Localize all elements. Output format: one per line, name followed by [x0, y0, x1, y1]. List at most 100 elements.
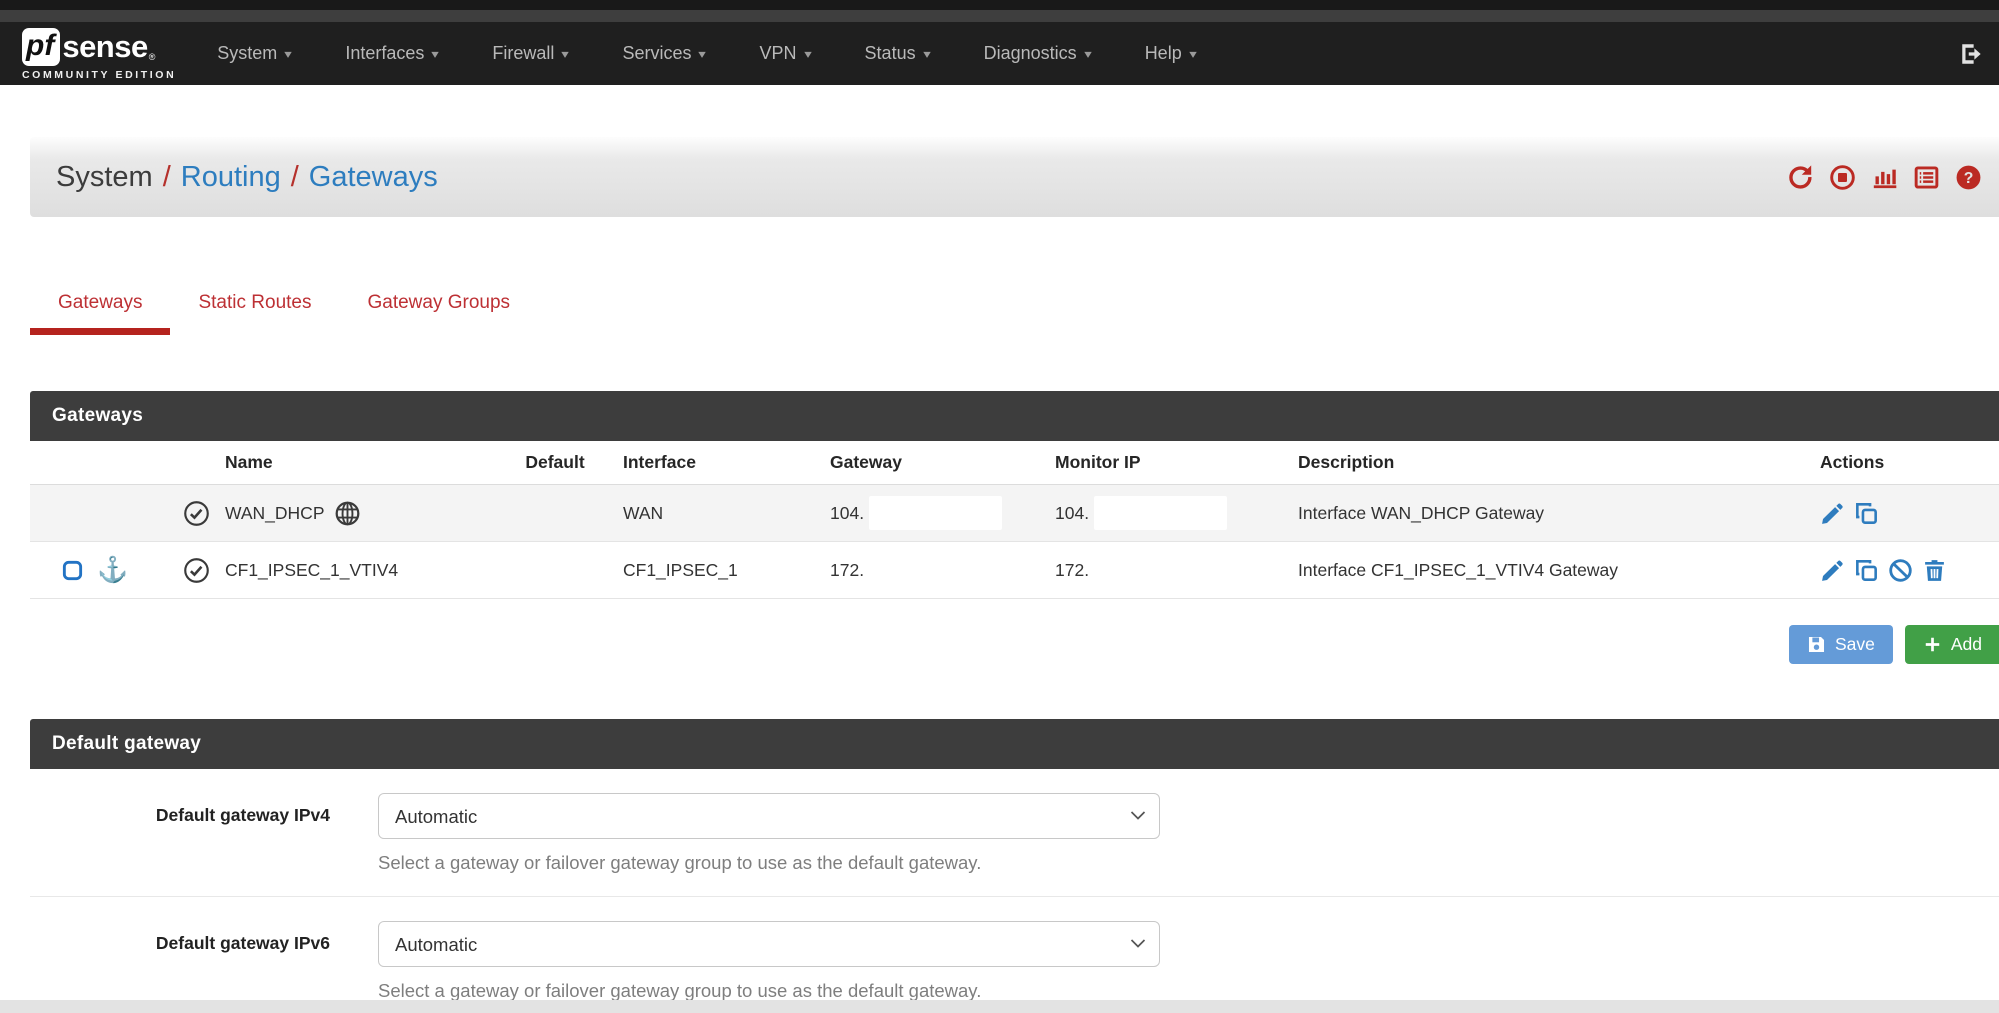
nav-label: Help: [1145, 43, 1182, 64]
svg-text:?: ?: [1964, 170, 1974, 187]
col-interface: Interface: [605, 452, 810, 473]
routing-tabs: Gateways Static Routes Gateway Groups: [30, 279, 1999, 335]
nav-label: System: [217, 43, 277, 64]
nav-item-diagnostics[interactable]: Diagnostics ▾: [957, 22, 1118, 85]
nav-label: Interfaces: [345, 43, 424, 64]
add-button-label: Add: [1951, 634, 1982, 655]
registered-mark: ®: [149, 52, 156, 62]
chevron-down-icon: ▾: [1084, 47, 1092, 61]
chevron-down-icon: ▾: [285, 47, 293, 61]
chevron-down-icon: ▾: [562, 47, 570, 61]
col-description: Description: [1280, 452, 1800, 473]
redaction-box: [869, 496, 1002, 530]
default-gateway-ipv4-select[interactable]: Automatic: [378, 793, 1160, 839]
top-strip: [0, 10, 1999, 22]
delete-icon[interactable]: [1922, 558, 1947, 583]
breadcrumb-system: System: [56, 161, 153, 194]
help-icon[interactable]: ?: [1955, 164, 1982, 191]
nav-item-help[interactable]: Help ▾: [1118, 22, 1223, 85]
default-gateway-panel: Default gateway Default gateway IPv4 Aut…: [30, 719, 1999, 1013]
nav-item-status[interactable]: Status ▾: [838, 22, 957, 85]
breadcrumb-link-gateways[interactable]: Gateways: [309, 161, 438, 194]
form-row-ipv6: Default gateway IPv6 Automatic Select a …: [30, 897, 1999, 1013]
breadcrumb-separator: /: [163, 161, 171, 194]
square-icon[interactable]: [61, 559, 84, 582]
gateways-panel: Gateways Name Default Interface Gateway …: [30, 391, 1999, 599]
page-top-edge: [0, 0, 1999, 10]
nav-item-system[interactable]: System ▾: [190, 22, 318, 85]
bottom-strip: [0, 1000, 1999, 1013]
check-circle-icon: [183, 500, 210, 527]
col-actions: Actions: [1800, 452, 1999, 473]
main-navbar: pf sense ® COMMUNITY EDITION System ▾ In…: [0, 22, 1999, 85]
gateway-name: CF1_IPSEC_1_VTIV4: [225, 560, 398, 581]
logo-pf-tile: pf: [22, 28, 60, 66]
nav-item-vpn[interactable]: VPN ▾: [733, 22, 838, 85]
nav-label: Services: [622, 43, 691, 64]
default-gateway-ipv6-select[interactable]: Automatic: [378, 921, 1160, 967]
breadcrumb-separator: /: [291, 161, 299, 194]
pfsense-logo[interactable]: pf sense ® COMMUNITY EDITION: [22, 28, 176, 81]
col-default: Default: [505, 452, 605, 473]
copy-icon[interactable]: [1854, 558, 1879, 583]
edit-icon[interactable]: [1820, 558, 1845, 583]
anchor-icon: ⚓: [97, 558, 128, 583]
chevron-down-icon: ▾: [432, 47, 440, 61]
stop-circle-icon[interactable]: [1829, 164, 1856, 191]
default-gateway-ipv4-label: Default gateway IPv4: [30, 793, 330, 874]
table-row: ⚓ CF1_IPSEC_1_VTIV4 CF1_IPSEC_1 172. 172…: [30, 542, 1999, 599]
nav-label: Status: [865, 43, 916, 64]
redaction-box: [1094, 496, 1227, 530]
add-button[interactable]: Add: [1905, 625, 1999, 664]
plus-icon: [1923, 635, 1942, 654]
table-button-row: Save Add: [30, 625, 1999, 664]
chevron-down-icon: ▾: [923, 47, 931, 61]
nav-item-firewall[interactable]: Firewall ▾: [465, 22, 595, 85]
default-gateway-ipv6-label: Default gateway IPv6: [30, 921, 330, 1002]
gateway-address: 104.: [830, 503, 864, 524]
chevron-down-icon: ▾: [1189, 47, 1197, 61]
table-row: WAN_DHCP WAN 104. 104. Interface WAN_DH: [30, 485, 1999, 542]
gateway-interface: CF1_IPSEC_1: [605, 560, 810, 581]
edit-icon[interactable]: [1820, 501, 1845, 526]
col-gateway: Gateway: [810, 452, 1035, 473]
chevron-down-icon: ▾: [699, 47, 707, 61]
gateway-description: Interface CF1_IPSEC_1_VTIV4 Gateway: [1280, 560, 1800, 581]
nav-item-services[interactable]: Services ▾: [595, 22, 732, 85]
nav-item-interfaces[interactable]: Interfaces ▾: [318, 22, 465, 85]
default-gateway-ipv6-help: Select a gateway or failover gateway gro…: [378, 980, 1160, 1002]
col-name: Name: [225, 452, 505, 473]
nav-label: Diagnostics: [984, 43, 1077, 64]
tab-static-routes[interactable]: Static Routes: [170, 279, 339, 335]
form-row-ipv4: Default gateway IPv4 Automatic Select a …: [30, 769, 1999, 897]
nav-label: Firewall: [492, 43, 554, 64]
check-circle-icon: [183, 557, 210, 584]
bar-chart-icon[interactable]: [1871, 164, 1898, 191]
refresh-icon[interactable]: [1787, 164, 1814, 191]
breadcrumb-actions: ?: [1787, 164, 1982, 191]
nav-label: VPN: [760, 43, 797, 64]
breadcrumb-link-routing[interactable]: Routing: [181, 161, 281, 194]
tab-gateway-groups[interactable]: Gateway Groups: [339, 279, 538, 335]
gateway-interface: WAN: [605, 503, 810, 524]
list-icon[interactable]: [1913, 164, 1940, 191]
gateway-name: WAN_DHCP: [225, 503, 325, 524]
page-content: System / Routing / Gateways: [30, 137, 1999, 1013]
default-gateway-panel-title: Default gateway: [30, 719, 1999, 769]
save-button-label: Save: [1835, 634, 1875, 655]
tab-gateways[interactable]: Gateways: [30, 279, 170, 335]
save-button[interactable]: Save: [1789, 625, 1893, 664]
logo-sense-text: sense: [62, 29, 147, 65]
gateways-panel-title: Gateways: [30, 391, 1999, 441]
breadcrumb: System / Routing / Gateways: [56, 161, 438, 194]
monitor-ip: 104.: [1055, 503, 1089, 524]
monitor-ip: 172.: [1055, 560, 1089, 581]
col-monitor-ip: Monitor IP: [1035, 452, 1280, 473]
disable-icon[interactable]: [1888, 558, 1913, 583]
globe-icon: [334, 500, 361, 527]
save-disk-icon: [1807, 635, 1826, 654]
copy-icon[interactable]: [1854, 501, 1879, 526]
gateway-description: Interface WAN_DHCP Gateway: [1280, 503, 1800, 524]
default-gateway-ipv4-help: Select a gateway or failover gateway gro…: [378, 852, 1160, 874]
sign-out-icon[interactable]: [1959, 41, 1985, 67]
